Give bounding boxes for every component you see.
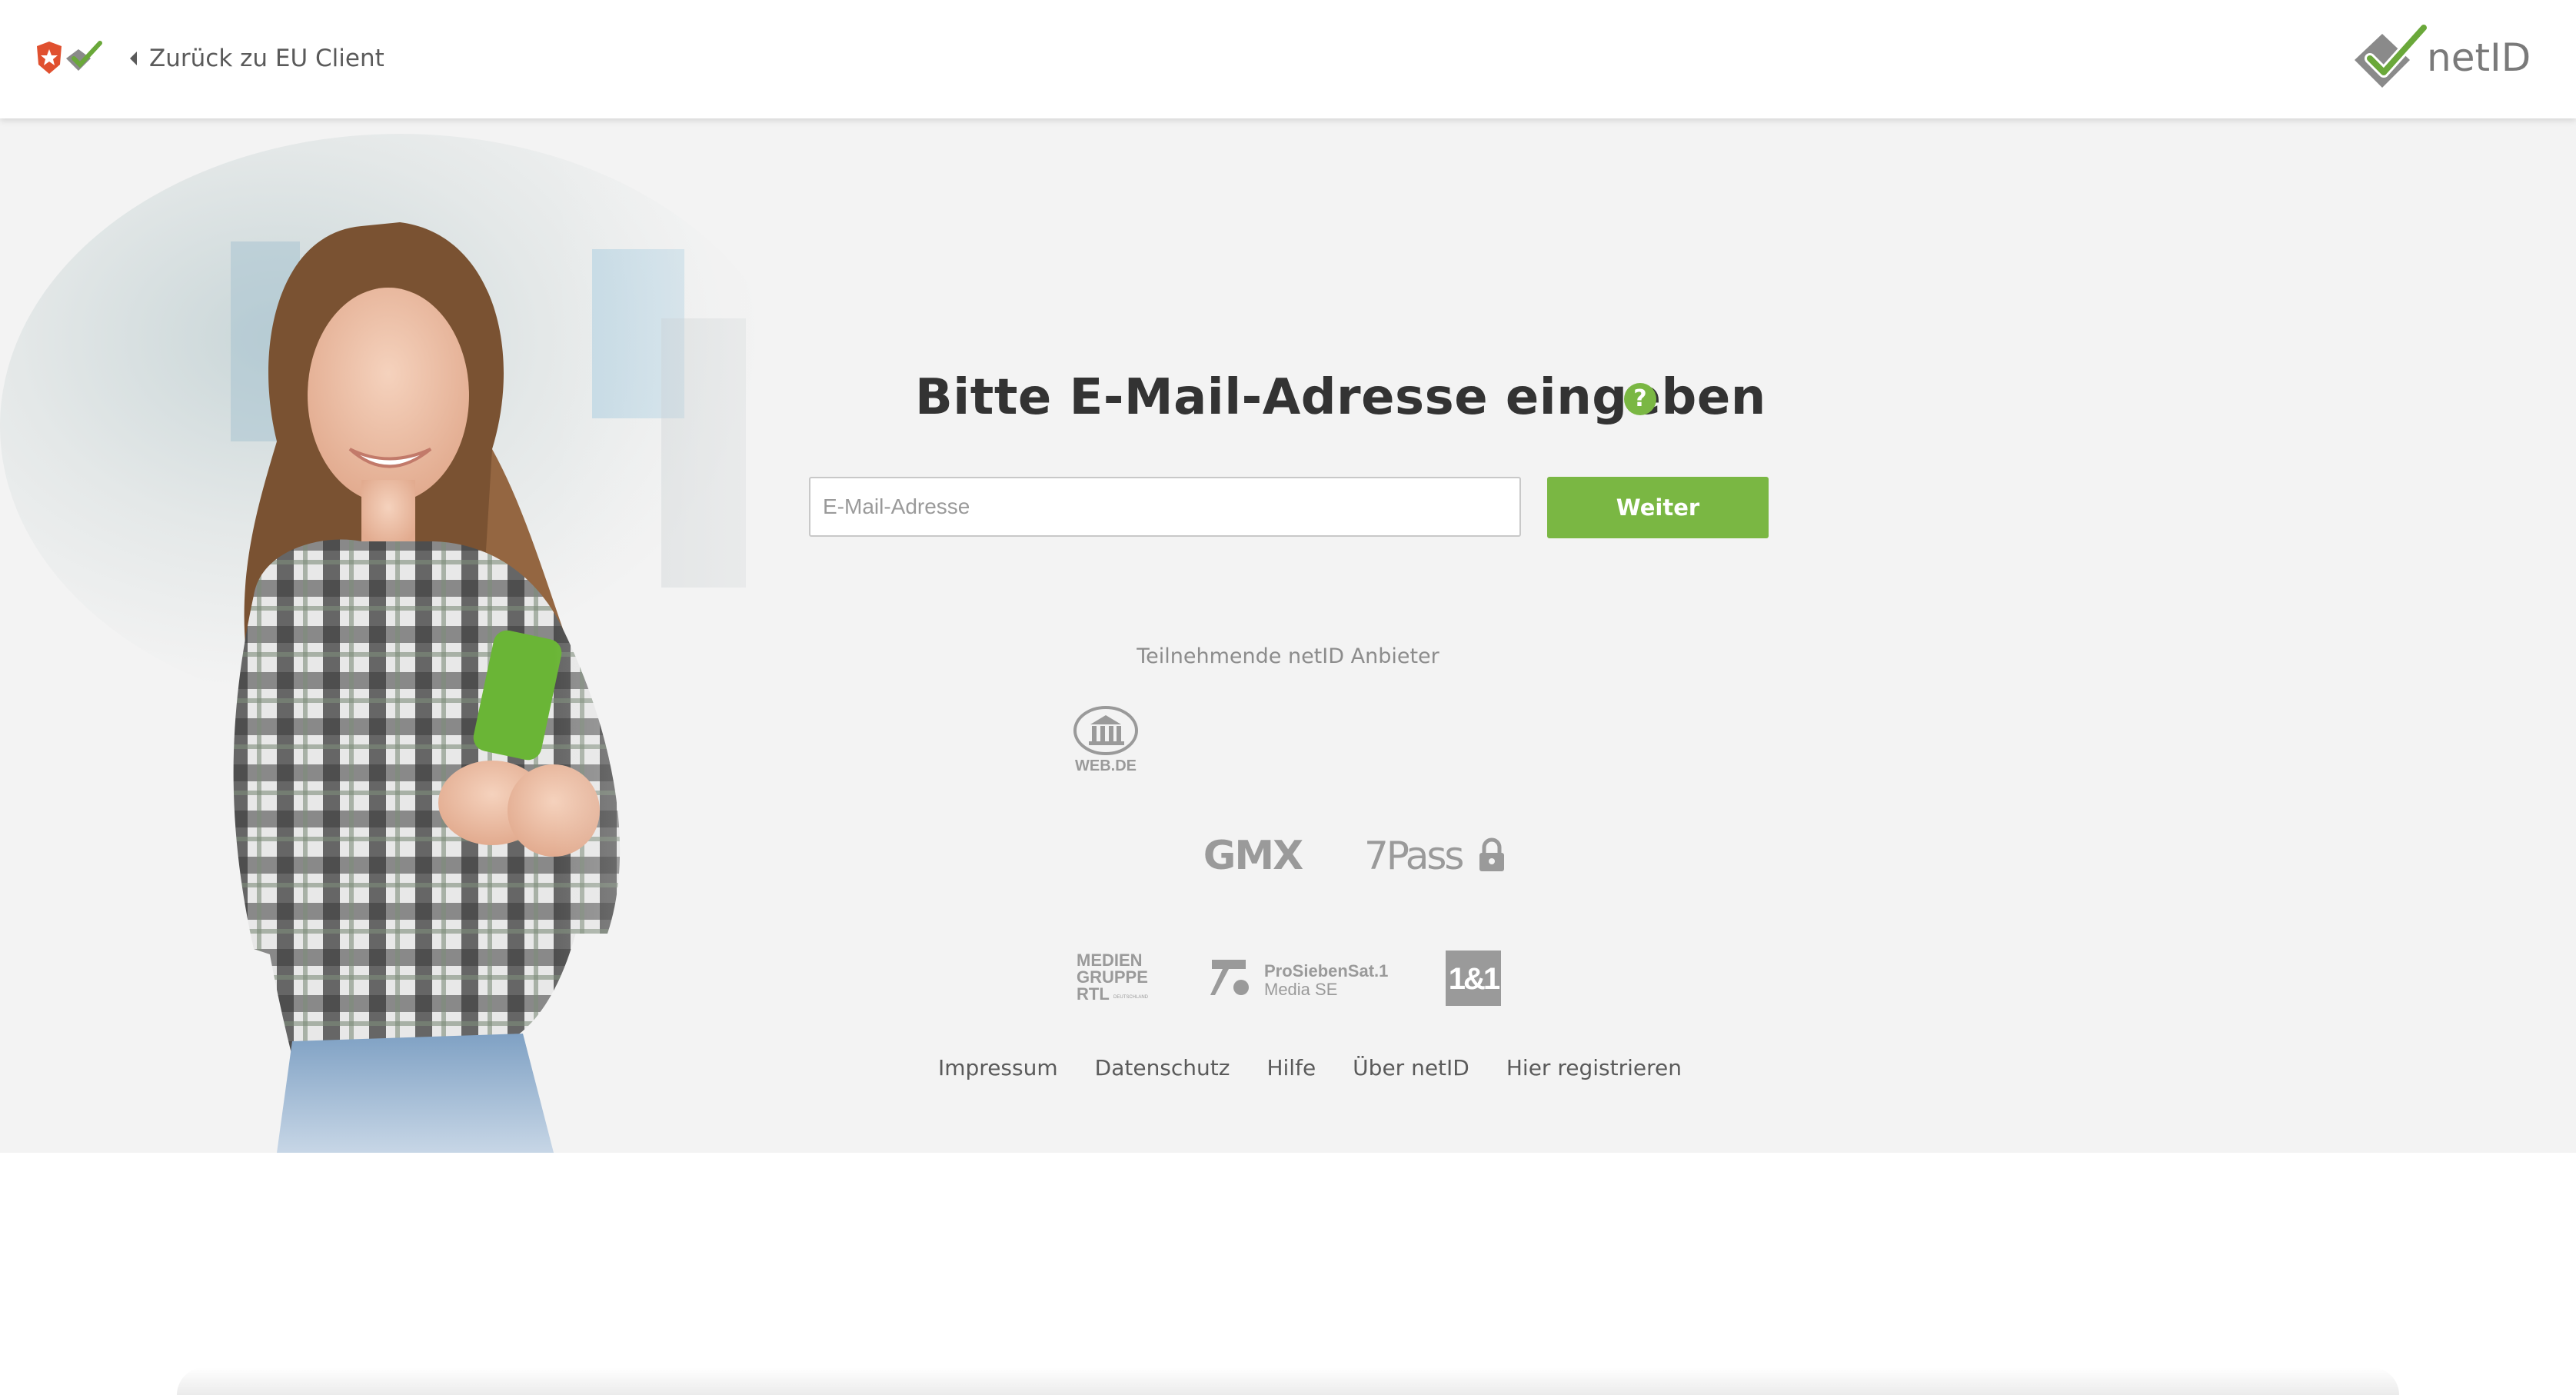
back-to-client-link[interactable]: Zurück zu EU Client [128,40,384,77]
provider-1und1-label: 1&1 [1449,962,1500,996]
providers-heading: Teilnehmende netID Anbieter [1137,644,1439,668]
netid-check-icon [2355,23,2429,88]
provider-webde-logo[interactable]: WEB.DE [1069,704,1143,775]
top-bar: Zurück zu EU Client netID [0,0,2576,118]
provider-1und1-logo[interactable]: 1&1 [1446,951,1501,1006]
client-logo-icon [37,41,102,74]
weiter-button[interactable]: Weiter [1547,477,1769,538]
footer-links: Impressum Datenschutz Hilfe Über netID H… [938,1055,1682,1080]
help-icon[interactable]: ? [1624,383,1656,415]
footer-link-registrieren[interactable]: Hier registrieren [1506,1055,1682,1080]
footer-link-impressum[interactable]: Impressum [938,1055,1058,1080]
provider-gmx-logo[interactable]: GMX [1198,832,1307,877]
email-input[interactable] [809,477,1521,537]
login-panel: Bitte E-Mail-Adresse eingeben ? Weiter T… [0,118,2576,1153]
provider-rtl-sub: DEUTSCHLAND [1113,995,1149,1000]
netid-logo[interactable]: netID [2353,23,2545,94]
provider-prosiebensat1-logo[interactable]: ProSiebenSat.1 Media SE [1209,955,1393,1003]
chevron-left-icon [130,52,137,65]
lock-icon [1479,837,1504,871]
footer-link-ueber-netid[interactable]: Über netID [1353,1055,1469,1080]
provider-rtl-line-3: RTL [1077,984,1110,1004]
bottom-shadow [177,1367,2399,1395]
hero-section: Bitte E-Mail-Adresse eingeben ? Weiter T… [0,118,2576,1153]
provider-7pass-label: 7Pass [1364,834,1463,877]
back-link-label: Zurück zu EU Client [149,45,384,72]
provider-prosieben-line-2: Media SE [1264,980,1337,999]
provider-prosieben-line-1: ProSiebenSat.1 [1264,961,1388,980]
prosieben-arrow-icon [1210,960,1249,995]
provider-gmx-label: GMX [1203,833,1303,877]
footer-link-datenschutz[interactable]: Datenschutz [1095,1055,1230,1080]
provider-7pass-logo[interactable]: 7Pass [1364,832,1510,877]
brand-name: netID [2427,35,2531,80]
provider-webde-label: WEB.DE [1075,757,1137,774]
provider-mediengruppe-rtl-logo[interactable]: MEDIEN GRUPPE RTL DEUTSCHLAND [1075,951,1155,1006]
footer-link-hilfe[interactable]: Hilfe [1266,1055,1316,1080]
